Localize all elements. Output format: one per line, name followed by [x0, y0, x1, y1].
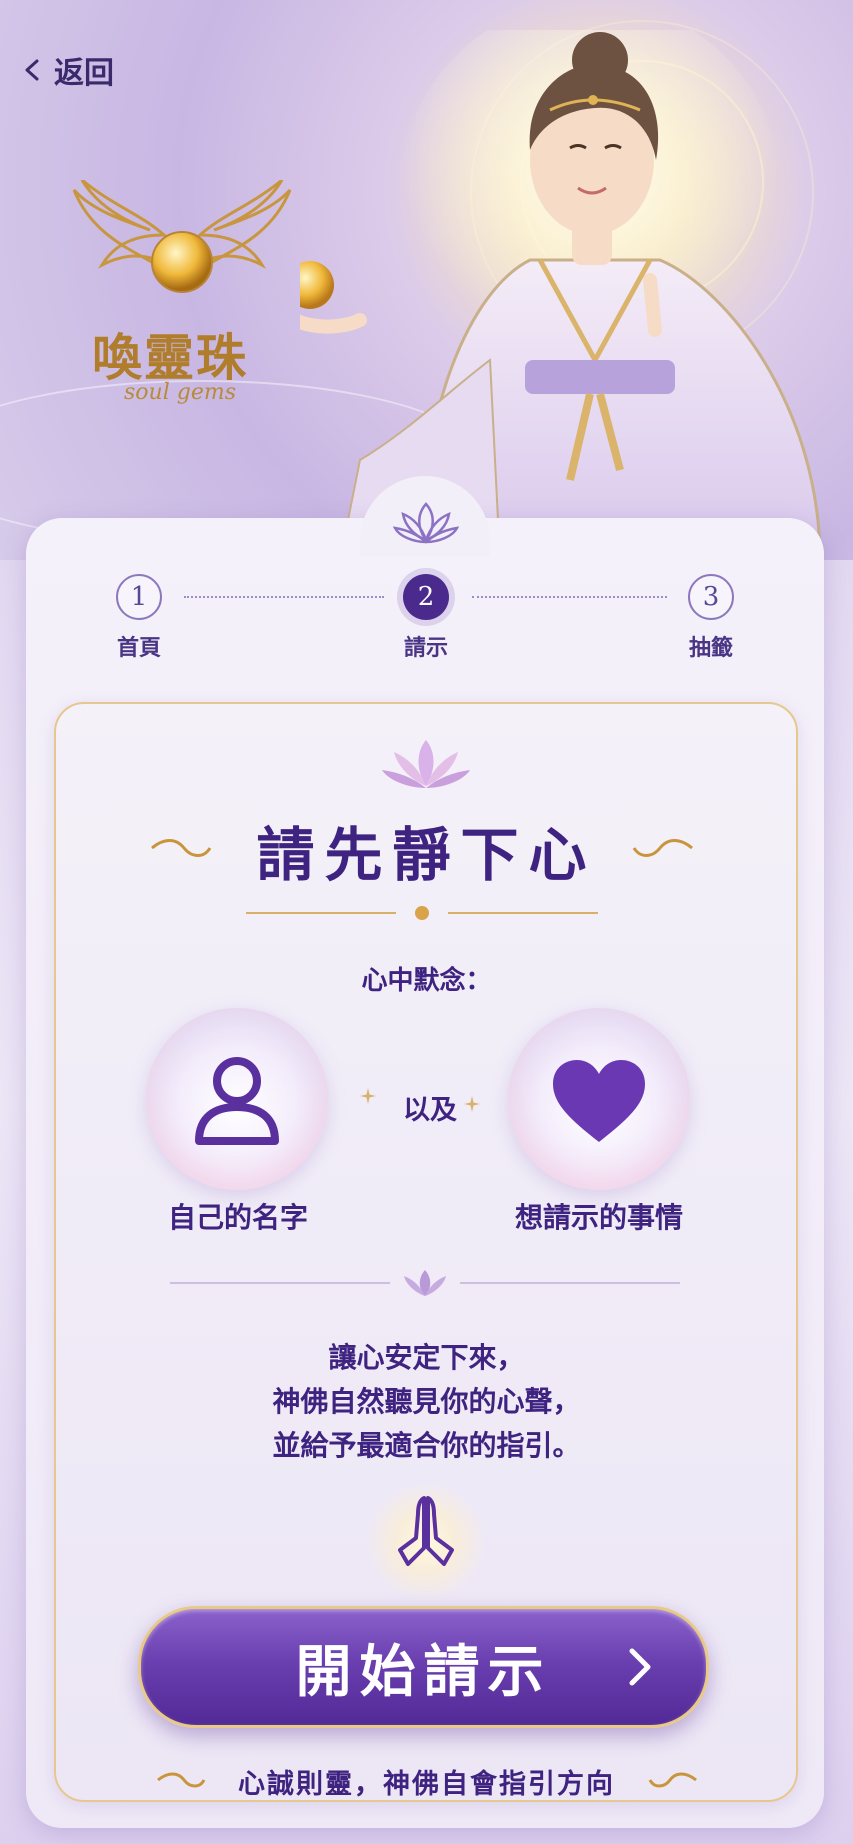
flourish-right-icon — [632, 839, 693, 857]
goddess-illustration — [300, 30, 822, 560]
step-number: 2 — [403, 574, 449, 620]
step-number: 1 — [116, 574, 162, 620]
logo-subtitle: soul gems — [124, 380, 236, 405]
message-line: 神佛自然聽見你的心聲， — [272, 1385, 581, 1418]
chevron-right-icon — [629, 1648, 651, 1686]
sparkle-icon — [360, 1088, 376, 1104]
step-number: 3 — [688, 574, 734, 620]
back-label: 返回 — [54, 56, 114, 91]
step-home[interactable]: 1 首頁 — [94, 574, 184, 662]
step-inquire[interactable]: 2 請示 — [381, 574, 471, 662]
heart-icon — [553, 1060, 645, 1142]
item-left-label: 自己的名字 — [167, 1201, 308, 1234]
message-line: 讓心安定下來， — [328, 1341, 525, 1374]
step-label: 首頁 — [116, 636, 161, 661]
back-chevron-icon — [25, 59, 39, 81]
matter-orb — [508, 1008, 690, 1190]
page-title: 請先靜下心 — [256, 821, 597, 889]
footer-text: 心誠則靈，神佛自會指引方向 — [238, 1769, 615, 1800]
sparkle-icon — [464, 1096, 480, 1112]
person-icon — [195, 1057, 279, 1145]
name-orb — [146, 1008, 328, 1190]
back-button[interactable]: 返回 — [22, 48, 114, 92]
start-inquiry-button[interactable]: 開始請示 — [138, 1606, 709, 1728]
step-connector — [184, 596, 384, 598]
title-divider — [246, 906, 598, 920]
step-label: 抽籤 — [688, 636, 733, 661]
prompt-text: 心中默念： — [361, 966, 492, 996]
message-line: 並給予最適合你的指引。 — [272, 1429, 581, 1462]
item-right-label: 想請示的事情 — [514, 1201, 683, 1234]
step-connector — [472, 596, 667, 598]
step-draw[interactable]: 3 抽籤 — [666, 574, 756, 662]
lotus-icon — [382, 740, 470, 788]
flourish-right-icon — [648, 1772, 697, 1788]
praying-hands-icon — [398, 1496, 454, 1566]
step-label: 請示 — [403, 636, 448, 661]
lotus-icon — [393, 502, 459, 544]
start-button-label: 開始請示 — [295, 1638, 552, 1705]
lotus-divider — [170, 1270, 680, 1296]
